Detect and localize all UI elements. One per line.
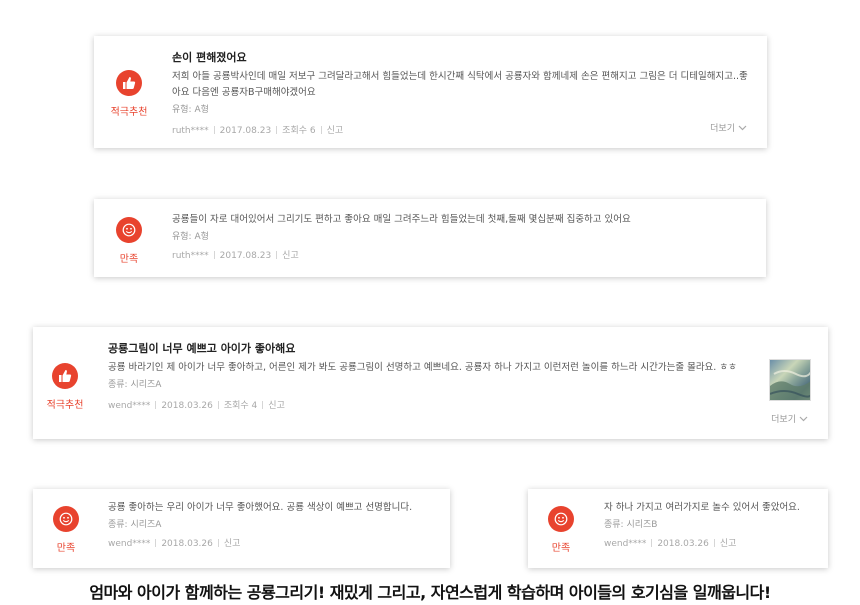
- review-card: 적극추천 공룡그림이 너무 예쁘고 아이가 좋아해요 공룡 바라기인 제 아이가…: [33, 327, 828, 439]
- review-card: 만족 공룡 좋아하는 우리 아이가 너무 좋아했어요. 공룡 색상이 예쁘고 선…: [33, 489, 450, 568]
- review-body: 공룡들이 자로 대어있어서 그리기도 편하고 좋아요 매일 그려주느라 힘들었는…: [172, 214, 631, 225]
- review-date: 2017.08.23: [219, 126, 272, 136]
- review-date: 2018.03.26: [161, 401, 213, 411]
- review-meta: ruth**** 2017.08.23 신고: [172, 250, 752, 262]
- badge-label: 만족: [551, 543, 571, 554]
- recommend-badge: 적극추천: [99, 70, 159, 118]
- satisfied-badge: 만족: [99, 217, 159, 265]
- review-meta: ruth**** 2017.08.23 조회수 6 신고: [172, 125, 752, 137]
- report-link[interactable]: 신고: [224, 539, 241, 549]
- footer-tagline: 엄마와 아이가 함께하는 공룡그리기! 재밌게 그리고, 자연스럽게 학습하며 …: [89, 583, 771, 602]
- thumbs-up-icon: [52, 363, 78, 389]
- more-label: 더보기: [710, 124, 735, 134]
- report-link[interactable]: 신고: [268, 401, 285, 411]
- review-author: ruth****: [172, 251, 209, 261]
- badge-label: 만족: [56, 543, 76, 554]
- review-meta: wend**** 2018.03.26 조회수 4 신고: [108, 400, 748, 412]
- review-photo-thumbnail[interactable]: [769, 359, 811, 401]
- review-date: 2018.03.26: [657, 539, 709, 549]
- smile-icon: [116, 217, 142, 243]
- badge-label: 만족: [119, 254, 139, 265]
- review-type: 종류: 시리즈B: [604, 520, 658, 530]
- review-meta: wend**** 2018.03.26 신고: [604, 538, 824, 550]
- review-title: 공룡그림이 너무 예쁘고 아이가 좋아해요: [108, 342, 296, 355]
- review-body: 공룡 바라기인 제 아이가 너무 좋아하고, 어른인 제가 봐도 공룡그림이 선…: [108, 362, 737, 373]
- smile-icon: [548, 506, 574, 532]
- review-card: 만족 공룡들이 자로 대어있어서 그리기도 편하고 좋아요 매일 그려주느라 힘…: [94, 199, 766, 277]
- review-author: wend****: [108, 539, 151, 549]
- review-author: wend****: [108, 401, 151, 411]
- chevron-down-icon: [738, 125, 747, 130]
- badge-label: 적극추천: [110, 107, 148, 118]
- more-label: 더보기: [771, 415, 796, 425]
- review-author: wend****: [604, 539, 647, 549]
- review-type: 유형: A형: [172, 105, 209, 115]
- review-type: 유형: A형: [172, 232, 209, 242]
- review-type: 종류: 시리즈A: [108, 380, 162, 390]
- report-link[interactable]: 신고: [282, 251, 299, 261]
- badge-label: 적극추천: [46, 400, 84, 411]
- thumbs-up-icon: [116, 70, 142, 96]
- review-type: 종류: 시리즈A: [108, 520, 162, 530]
- review-body: 저희 아들 공룡박사인데 매일 저보구 그려달라고해서 힘들었는데 한시간째 식…: [172, 71, 748, 98]
- report-link[interactable]: 신고: [327, 126, 344, 136]
- review-views: 조회수 4: [223, 401, 258, 411]
- review-date: 2018.03.26: [161, 539, 213, 549]
- review-title: 손이 편해졌어요: [172, 51, 247, 64]
- chevron-down-icon: [799, 416, 808, 421]
- smile-icon: [53, 506, 79, 532]
- report-link[interactable]: 신고: [720, 539, 737, 549]
- review-date: 2017.08.23: [219, 251, 272, 261]
- satisfied-badge: 만족: [36, 506, 96, 554]
- recommend-badge: 적극추천: [35, 363, 95, 411]
- review-body: 자 하나 가지고 여러가지로 놀수 있어서 좋았어요.: [604, 502, 800, 513]
- review-meta: wend**** 2018.03.26 신고: [108, 538, 443, 550]
- review-card: 만족 자 하나 가지고 여러가지로 놀수 있어서 좋았어요. 종류: 시리즈B …: [528, 489, 828, 568]
- review-body: 공룡 좋아하는 우리 아이가 너무 좋아했어요. 공룡 색상이 예쁘고 선명합니…: [108, 502, 413, 513]
- review-views: 조회수 6: [282, 126, 316, 136]
- more-button[interactable]: 더보기: [771, 412, 808, 425]
- review-card: 적극추천 손이 편해졌어요 저희 아들 공룡박사인데 매일 저보구 그려달라고해…: [94, 36, 767, 148]
- satisfied-badge: 만족: [531, 506, 591, 554]
- review-author: ruth****: [172, 126, 209, 136]
- more-button[interactable]: 더보기: [710, 121, 747, 134]
